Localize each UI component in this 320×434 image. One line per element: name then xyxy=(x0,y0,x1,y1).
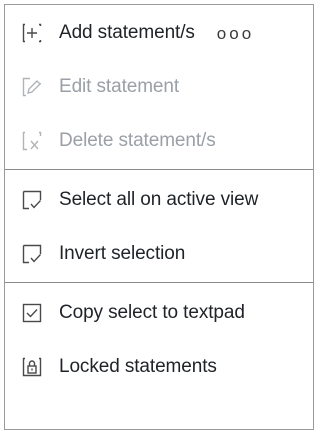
menu-item-delete-statements: Delete statement/s xyxy=(5,115,313,167)
add-statement-icon xyxy=(21,22,43,44)
locked-statements-icon xyxy=(21,356,43,378)
delete-statement-icon xyxy=(21,130,43,152)
menu-item-label: Delete statement/s xyxy=(59,130,216,151)
menu-item-copy-select[interactable]: Copy select to textpad xyxy=(5,287,313,339)
menu-item-select-all[interactable]: Select all on active view xyxy=(5,174,313,226)
menu-item-label: Locked statements xyxy=(59,356,217,377)
menu-item-label: Select all on active view xyxy=(59,189,259,210)
copy-select-icon xyxy=(21,302,43,324)
invert-selection-icon xyxy=(21,243,43,265)
menu-divider xyxy=(5,169,313,170)
edit-statement-icon xyxy=(21,76,43,98)
select-all-icon xyxy=(21,189,43,211)
menu-divider xyxy=(5,282,313,283)
more-options-icon[interactable]: ooo xyxy=(215,21,256,46)
menu-item-locked-statements[interactable]: Locked statements xyxy=(5,341,313,393)
menu-item-label: Add statement/s xyxy=(59,22,195,43)
menu-item-label: Invert selection xyxy=(59,243,186,264)
menu-item-label: Edit statement xyxy=(59,76,180,97)
menu-item-edit-statement: Edit statement xyxy=(5,61,313,113)
menu-item-invert-selection[interactable]: Invert selection xyxy=(5,228,313,280)
context-menu: Add statement/s ooo Edit statement Delet… xyxy=(4,4,314,430)
menu-item-label: Copy select to textpad xyxy=(59,302,245,323)
menu-item-add-statements[interactable]: Add statement/s ooo xyxy=(5,7,313,59)
